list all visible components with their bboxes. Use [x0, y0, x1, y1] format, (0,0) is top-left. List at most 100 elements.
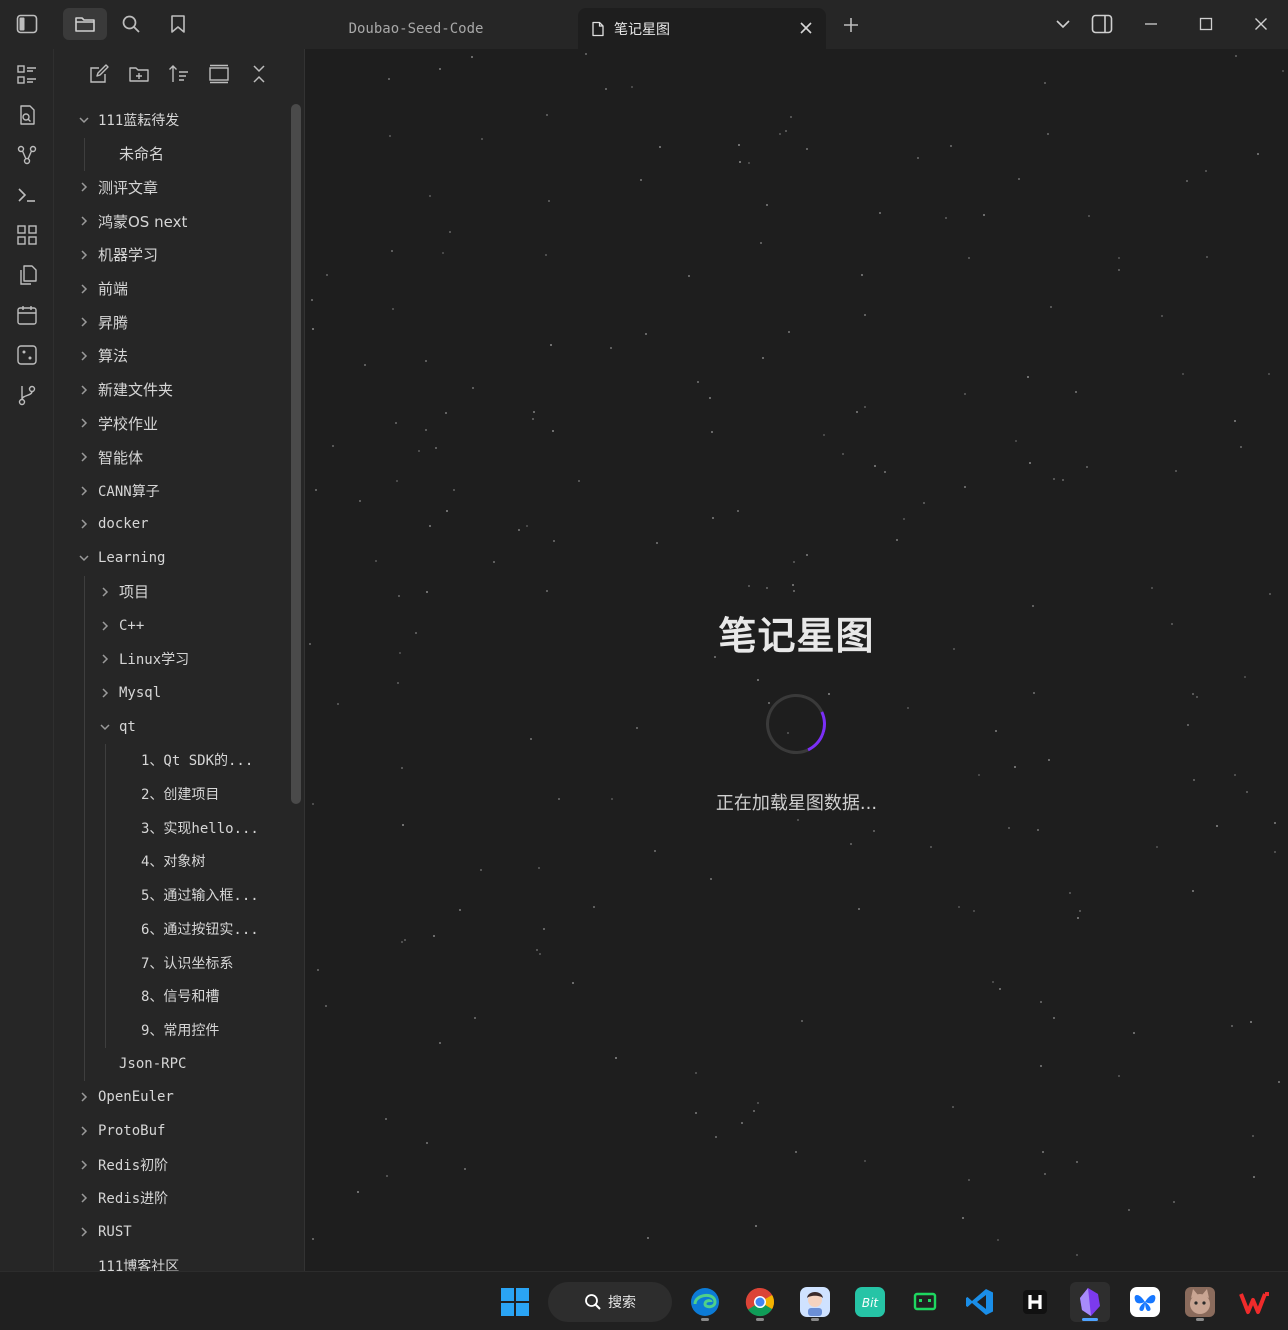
tree-file[interactable]: 7、认识坐标系	[119, 947, 233, 979]
tree-folder[interactable]: 机器学习	[76, 239, 158, 271]
tree-folder[interactable]: Redis进阶	[76, 1182, 168, 1214]
tree-file[interactable]: 9、常用控件	[119, 1014, 219, 1046]
maximize-icon[interactable]	[1188, 8, 1224, 40]
chevron-right-icon[interactable]	[76, 516, 92, 532]
taskbar-search-button[interactable]: 搜索	[548, 1282, 672, 1322]
tree-folder[interactable]: 智能体	[76, 441, 143, 473]
tab-note-graph[interactable]: 笔记星图	[578, 8, 826, 49]
chevron-right-icon[interactable]	[76, 179, 92, 195]
tree-folder[interactable]: qt	[97, 711, 136, 743]
graph-view-icon[interactable]	[13, 141, 41, 169]
file-search-icon[interactable]	[13, 101, 41, 129]
tree-file[interactable]: 3、实现hello...	[119, 812, 259, 844]
search-icon[interactable]	[109, 8, 153, 40]
apps-grid-icon[interactable]	[13, 221, 41, 249]
folder-icon[interactable]	[63, 8, 107, 40]
chevron-right-icon[interactable]	[97, 584, 113, 600]
cat-app-icon[interactable]	[1180, 1282, 1220, 1322]
wps-office-icon[interactable]	[1235, 1282, 1275, 1322]
tree-folder[interactable]: RUST	[76, 1216, 132, 1248]
chevron-right-icon[interactable]	[97, 651, 113, 667]
chevron-right-icon[interactable]	[76, 314, 92, 330]
chevron-down-icon[interactable]	[97, 719, 113, 735]
tree-folder[interactable]: 鸿蒙OS next	[76, 205, 187, 237]
tree-folder[interactable]: CANN算子	[76, 475, 160, 507]
tree-folder[interactable]: 昇腾	[76, 306, 128, 338]
tree-folder[interactable]: 测评文章	[76, 171, 158, 203]
window-close-icon[interactable]	[1243, 8, 1279, 40]
chevron-down-icon[interactable]	[76, 112, 92, 128]
vscode-icon[interactable]	[960, 1282, 1000, 1322]
auto-reveal-icon[interactable]	[206, 61, 232, 87]
new-tab-plus-icon[interactable]	[838, 12, 864, 38]
minimize-icon[interactable]	[1133, 8, 1169, 40]
obsidian-icon[interactable]	[1070, 1282, 1110, 1322]
tree-folder[interactable]: OpenEuler	[76, 1081, 174, 1113]
collapse-all-icon[interactable]	[246, 61, 272, 87]
tree-file[interactable]: 8、信号和槽	[119, 980, 219, 1012]
wechat-devtools-icon[interactable]	[905, 1282, 945, 1322]
tree-folder[interactable]: 前端	[76, 273, 128, 305]
chevron-right-icon[interactable]	[76, 1190, 92, 1206]
tree-folder[interactable]: Mysql	[97, 677, 161, 709]
tree-folder[interactable]: 算法	[76, 340, 128, 372]
tab-doubao-seed-code[interactable]: Doubao-Seed-Code	[300, 8, 532, 49]
tree-file[interactable]: 未命名	[97, 138, 164, 170]
tree-folder[interactable]: Learning	[76, 542, 165, 574]
tree-folder[interactable]: 111蓝耘待发	[76, 104, 179, 136]
tree-file[interactable]: 4、对象树	[119, 845, 205, 877]
tree-folder[interactable]: 学校作业	[76, 407, 158, 439]
bit-app-icon[interactable]: Bit	[850, 1282, 890, 1322]
git-branch-icon[interactable]	[13, 381, 41, 409]
chevron-right-icon[interactable]	[76, 348, 92, 364]
tree-file[interactable]: 111博客社区	[76, 1250, 179, 1271]
graph-view[interactable]: 笔记星图 正在加载星图数据...	[305, 49, 1288, 1271]
butterfly-app-icon[interactable]	[1125, 1282, 1165, 1322]
chevron-down-icon[interactable]	[76, 550, 92, 566]
chevron-right-icon[interactable]	[76, 213, 92, 229]
sidebar-toggle-icon[interactable]	[5, 8, 49, 40]
tree-folder[interactable]: Redis初阶	[76, 1149, 168, 1181]
chevron-right-icon[interactable]	[76, 1224, 92, 1240]
edge-browser-icon[interactable]	[685, 1282, 725, 1322]
sort-icon[interactable]	[166, 61, 192, 87]
windows-start-icon[interactable]	[495, 1282, 535, 1322]
chevron-right-icon[interactable]	[76, 483, 92, 499]
h-app-icon[interactable]	[1015, 1282, 1055, 1322]
new-note-icon[interactable]	[86, 61, 112, 87]
tree-folder[interactable]: 新建文件夹	[76, 374, 173, 406]
chevron-down-icon[interactable]	[1045, 8, 1081, 40]
tree-file[interactable]: 1、Qt SDK的...	[119, 744, 253, 776]
tree-file[interactable]: 5、通过输入框...	[119, 879, 259, 911]
chevron-right-icon[interactable]	[76, 1089, 92, 1105]
chrome-browser-icon[interactable]	[740, 1282, 780, 1322]
chevron-right-icon[interactable]	[76, 281, 92, 297]
tree-file[interactable]: Json-RPC	[97, 1048, 186, 1080]
close-icon[interactable]	[796, 18, 816, 38]
tree-folder[interactable]: Linux学习	[97, 643, 189, 675]
explorer-scrollbar[interactable]	[291, 104, 301, 804]
chevron-right-icon[interactable]	[97, 618, 113, 634]
copy-files-icon[interactable]	[13, 261, 41, 289]
tree-folder[interactable]: ProtoBuf	[76, 1115, 165, 1147]
chevron-right-icon[interactable]	[76, 449, 92, 465]
tree-folder[interactable]: C++	[97, 610, 144, 642]
calendar-icon[interactable]	[13, 301, 41, 329]
outline-icon[interactable]	[13, 61, 41, 89]
chevron-right-icon[interactable]	[76, 1157, 92, 1173]
tree-file[interactable]: 6、通过按钮实...	[119, 913, 259, 945]
tree-folder[interactable]: 项目	[97, 576, 149, 608]
right-sidebar-toggle-icon[interactable]	[1084, 8, 1120, 40]
new-folder-icon[interactable]	[126, 61, 152, 87]
terminal-icon[interactable]	[13, 181, 41, 209]
tree-folder[interactable]: docker	[76, 508, 149, 540]
chevron-right-icon[interactable]	[97, 685, 113, 701]
bookmark-icon[interactable]	[156, 8, 200, 40]
random-dice-icon[interactable]	[13, 341, 41, 369]
chevron-right-icon[interactable]	[76, 415, 92, 431]
chevron-right-icon[interactable]	[76, 382, 92, 398]
tree-file[interactable]: 2、创建项目	[119, 778, 219, 810]
avatar-app-icon[interactable]	[795, 1282, 835, 1322]
chevron-right-icon[interactable]	[76, 1123, 92, 1139]
chevron-right-icon[interactable]	[76, 247, 92, 263]
